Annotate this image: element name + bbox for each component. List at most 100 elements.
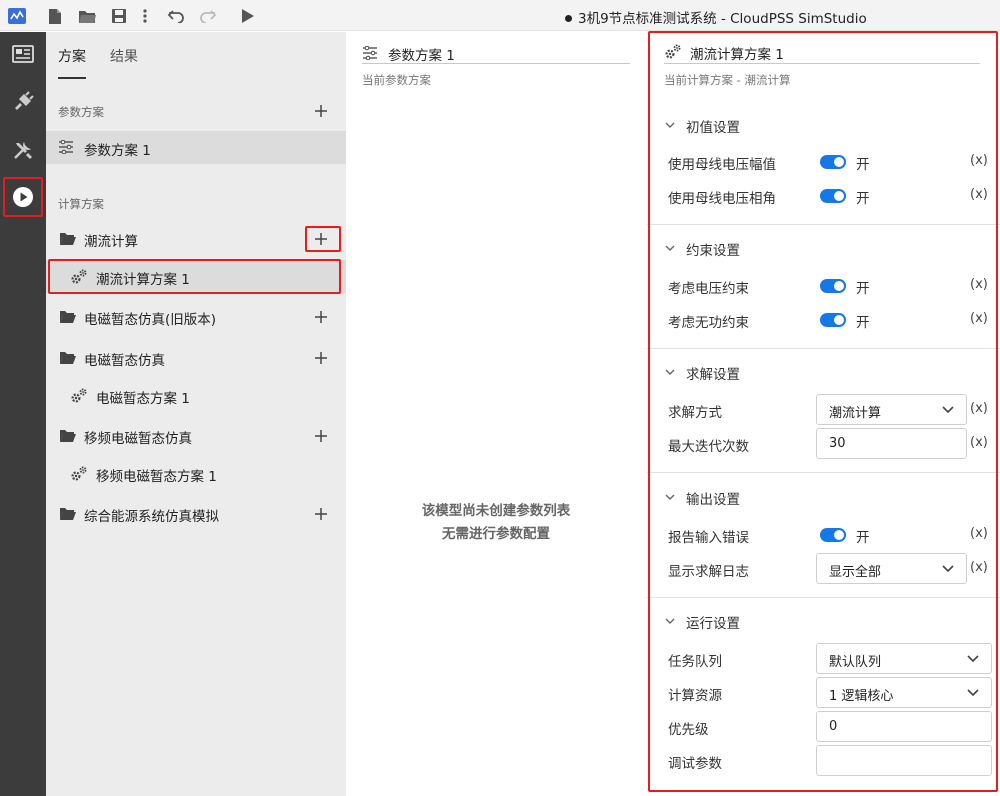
expression-button[interactable]: (x) xyxy=(970,187,988,202)
tab-plans[interactable]: 方案 xyxy=(58,46,86,66)
expression-button[interactable]: (x) xyxy=(970,526,988,541)
toggle-switch[interactable] xyxy=(820,313,846,327)
calc-plan-item-powerflow-1[interactable]: 潮流计算方案 1 xyxy=(46,260,346,293)
window-title: 3机9节点标准测试系统 - CloudPSS SimStudio xyxy=(565,7,867,27)
save-icon[interactable] xyxy=(108,5,130,27)
folder-open-icon xyxy=(59,310,77,324)
divider xyxy=(646,472,1000,473)
toggle-switch[interactable] xyxy=(820,189,846,203)
compute-resource-select[interactable]: 1 逻辑核心 xyxy=(816,677,992,708)
tab-results[interactable]: 结果 xyxy=(110,46,138,66)
activity-bar xyxy=(0,32,46,796)
field-label: 优先级 xyxy=(668,722,709,738)
param-plan-header: 参数方案 1 xyxy=(362,44,630,64)
chevron-down-icon xyxy=(665,245,675,251)
chevron-down-icon xyxy=(665,122,675,128)
task-queue-select[interactable]: 默认队列 xyxy=(816,643,992,674)
plugin-icon[interactable] xyxy=(3,82,43,122)
open-folder-icon[interactable] xyxy=(76,5,98,27)
calc-group-ies[interactable]: 综合能源系统仿真模拟 xyxy=(46,496,346,532)
chevron-down-icon xyxy=(967,655,979,663)
priority-input[interactable]: 0 xyxy=(816,711,992,742)
field-label: 求解方式 xyxy=(668,405,722,421)
calc-plan-title[interactable]: 潮流计算方案 1 xyxy=(690,43,784,63)
field-label: 最大迭代次数 xyxy=(668,439,749,455)
calc-group-label: 综合能源系统仿真模拟 xyxy=(84,509,219,525)
field-label: 任务队列 xyxy=(668,654,722,670)
field-label: 计算资源 xyxy=(668,688,722,704)
add-ies-plan-button[interactable] xyxy=(312,505,330,523)
solve-method-select[interactable]: 潮流计算 xyxy=(816,394,967,425)
calc-plan-label: 潮流计算方案 1 xyxy=(96,272,190,288)
chevron-down-icon xyxy=(665,369,675,375)
calc-plan-item-sfemt-1[interactable]: 移频电磁暂态方案 1 xyxy=(46,455,346,491)
toggle-state: 开 xyxy=(856,157,870,173)
gears-icon xyxy=(70,268,88,285)
folder-open-icon xyxy=(59,351,77,365)
param-section-label: 参数方案 xyxy=(58,105,104,119)
add-param-plan-button[interactable] xyxy=(312,102,330,120)
field-label: 使用母线电压幅值 xyxy=(668,157,776,173)
calc-group-powerflow[interactable]: 潮流计算 xyxy=(46,221,346,257)
sliders-icon xyxy=(362,45,378,64)
more-icon[interactable] xyxy=(134,5,156,27)
new-file-icon[interactable] xyxy=(44,5,66,27)
calc-group-sfemt[interactable]: 移频电磁暂态仿真 xyxy=(46,418,346,454)
add-powerflow-plan-button[interactable] xyxy=(312,230,330,248)
select-value: 1 逻辑核心 xyxy=(829,689,894,704)
tools-icon[interactable] xyxy=(3,130,43,170)
gears-icon xyxy=(70,387,88,404)
expression-button[interactable]: (x) xyxy=(970,311,988,326)
expression-button[interactable]: (x) xyxy=(970,435,988,450)
select-value: 显示全部 xyxy=(829,565,882,580)
gears-icon xyxy=(70,465,88,482)
add-emt-plan-button[interactable] xyxy=(312,349,330,367)
expression-button[interactable]: (x) xyxy=(970,153,988,168)
add-sfemt-plan-button[interactable] xyxy=(312,427,330,445)
app-logo-icon xyxy=(6,5,28,27)
chevron-down-icon xyxy=(665,618,675,624)
field-label: 考虑无功约束 xyxy=(668,315,749,331)
debug-params-input[interactable] xyxy=(816,745,992,776)
empty-message-line1: 该模型尚未创建参数列表 xyxy=(421,503,571,519)
run-icon[interactable] xyxy=(237,5,259,27)
divider xyxy=(646,597,1000,598)
redo-icon[interactable] xyxy=(197,5,219,27)
max-iterations-input[interactable]: 30 xyxy=(816,428,967,459)
run-icon[interactable] xyxy=(3,177,43,217)
folder-open-icon xyxy=(59,232,77,246)
solve-log-select[interactable]: 显示全部 xyxy=(816,553,967,584)
toggle-state: 开 xyxy=(856,281,870,297)
input-value: 0 xyxy=(829,719,838,734)
expression-button[interactable]: (x) xyxy=(970,560,988,575)
overview-icon[interactable] xyxy=(3,34,43,74)
calc-group-label: 移频电磁暂态仿真 xyxy=(84,431,192,447)
expression-button[interactable]: (x) xyxy=(970,277,988,292)
toggle-switch[interactable] xyxy=(820,279,846,293)
chevron-down-icon xyxy=(942,565,954,573)
calc-plan-panel: 潮流计算方案 1 当前计算方案 - 潮流计算 初值设置 使用母线电压幅值 开 (… xyxy=(646,32,1000,796)
calc-plan-label: 电磁暂态方案 1 xyxy=(96,391,190,407)
gears-icon xyxy=(664,43,682,64)
calc-plan-item-emt-1[interactable]: 电磁暂态方案 1 xyxy=(46,377,346,413)
undo-icon[interactable] xyxy=(165,5,187,27)
calc-group-emt[interactable]: 电磁暂态仿真 xyxy=(46,340,346,376)
add-emt-legacy-plan-button[interactable] xyxy=(312,308,330,326)
title-bar: 3机9节点标准测试系统 - CloudPSS SimStudio xyxy=(0,0,1000,31)
param-plan-item[interactable]: 参数方案 1 xyxy=(46,131,346,164)
folder-open-icon xyxy=(59,507,77,521)
calc-group-label: 电磁暂态仿真 xyxy=(84,353,165,369)
field-label: 考虑电压约束 xyxy=(668,281,749,297)
field-label: 使用母线电压相角 xyxy=(668,191,776,207)
calc-group-emt-legacy[interactable]: 电磁暂态仿真(旧版本) xyxy=(46,299,346,335)
empty-message-line2: 无需进行参数配置 xyxy=(442,526,550,542)
param-plan-title[interactable]: 参数方案 1 xyxy=(388,44,455,64)
field-label: 调试参数 xyxy=(668,756,722,772)
expression-button[interactable]: (x) xyxy=(970,401,988,416)
divider xyxy=(646,348,1000,349)
field-label: 报告输入错误 xyxy=(668,530,749,546)
toggle-switch[interactable] xyxy=(820,155,846,169)
toggle-switch[interactable] xyxy=(820,528,846,542)
input-value: 30 xyxy=(829,436,846,451)
folder-open-icon xyxy=(59,429,77,443)
